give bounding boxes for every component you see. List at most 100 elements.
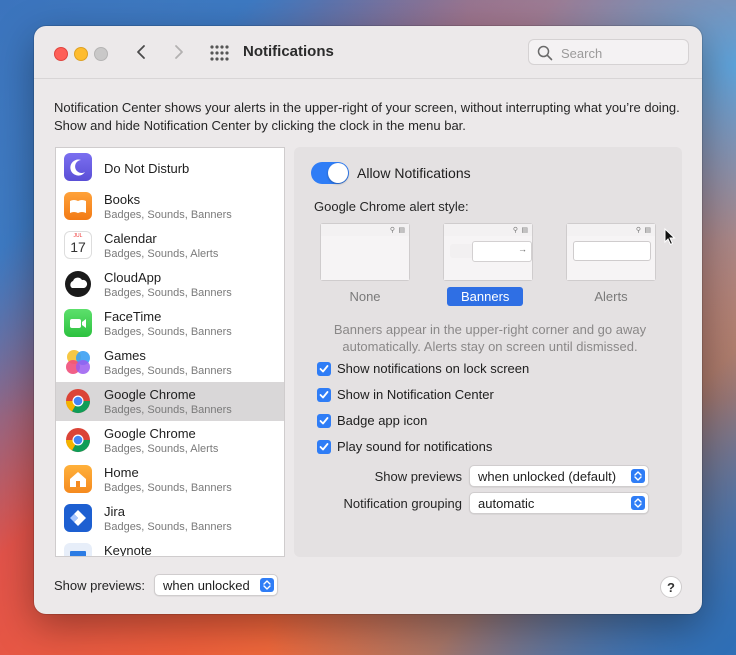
checkmark-icon[interactable]	[317, 388, 331, 402]
chevron-left-icon	[137, 45, 145, 59]
forward-button[interactable]	[168, 41, 190, 63]
app-name: Keynote	[104, 543, 152, 557]
app-name: Do Not Disturb	[104, 161, 190, 176]
facetime-icon	[64, 309, 92, 337]
style-label-alerts[interactable]: Alerts	[566, 289, 656, 304]
list-item[interactable]: Books Badges, Sounds, Banners	[56, 187, 284, 226]
app-detail: Badges, Sounds, Banners	[104, 521, 232, 533]
app-name: FaceTime	[104, 309, 162, 324]
style-option-none[interactable]: ⚲ ▤	[320, 223, 410, 281]
minimize-button[interactable]	[74, 47, 88, 61]
select-value: when unlocked	[163, 578, 250, 593]
settings-panel: Allow Notifications Google Chrome alert …	[294, 147, 682, 557]
cloud-icon	[64, 270, 92, 298]
preferences-window: Notifications Notification Center shows …	[34, 26, 702, 614]
books-icon	[64, 192, 92, 220]
keynote-icon	[64, 543, 92, 556]
titlebar-divider	[34, 78, 702, 79]
search-icon: ⚲	[635, 227, 641, 234]
list-icon: ▤	[521, 227, 528, 234]
list-item[interactable]: FaceTime Badges, Sounds, Banners	[56, 304, 284, 343]
checkbox-label: Show notifications on lock screen	[337, 361, 530, 376]
notification-grouping-label: Notification grouping	[343, 496, 462, 511]
list-item[interactable]: JUL 17 Calendar Badges, Sounds, Alerts	[56, 226, 284, 265]
list-item[interactable]: Do Not Disturb	[56, 148, 284, 187]
show-all-button[interactable]	[208, 42, 230, 64]
style-label-none[interactable]: None	[320, 289, 410, 304]
checkbox-label: Badge app icon	[337, 413, 428, 428]
list-item-selected[interactable]: Google Chrome Badges, Sounds, Banners	[56, 382, 284, 421]
list-item[interactable]: Home Badges, Sounds, Banners	[56, 460, 284, 499]
window-title: Notifications	[243, 43, 334, 60]
app-detail: Badges, Sounds, Banners	[104, 326, 232, 338]
style-label-banners[interactable]: Banners	[447, 287, 524, 306]
footer-show-previews-select[interactable]: when unlocked	[154, 574, 278, 596]
list-icon: ▤	[398, 227, 405, 234]
checkmark-icon[interactable]	[317, 362, 331, 376]
app-detail: Badges, Sounds, Banners	[104, 287, 232, 299]
alert-style-label: Google Chrome alert style:	[314, 199, 469, 214]
app-name: Games	[104, 348, 146, 363]
moon-icon	[64, 153, 92, 181]
calendar-icon: JUL 17	[64, 231, 92, 259]
mouse-cursor-icon	[664, 228, 676, 246]
intro-text: Notification Center shows your alerts in…	[54, 100, 680, 133]
calendar-icon-day: 17	[70, 239, 86, 255]
select-value: when unlocked (default)	[478, 469, 617, 484]
updown-arrows-icon	[260, 578, 274, 592]
app-name: Google Chrome	[104, 426, 196, 441]
list-item[interactable]: Google Chrome Badges, Sounds, Alerts	[56, 421, 284, 460]
show-previews-label: Show previews	[374, 469, 462, 484]
list-icon: ▤	[644, 227, 651, 234]
help-button[interactable]: ?	[660, 576, 682, 598]
app-detail: Badges, Sounds, Banners	[104, 404, 232, 416]
show-previews-select[interactable]: when unlocked (default)	[469, 465, 649, 487]
app-detail: Badges, Sounds, Alerts	[104, 443, 219, 455]
grid-icon	[210, 45, 229, 61]
banner-preview: →	[472, 241, 532, 262]
app-name: Google Chrome	[104, 387, 196, 402]
toggle-knob	[328, 163, 348, 183]
allow-notifications-label: Allow Notifications	[357, 165, 471, 181]
alert-style-description: Banners appear in the upper-right corner…	[333, 322, 647, 354]
search-icon: ⚲	[512, 227, 518, 234]
titlebar: Notifications	[34, 26, 702, 78]
search-input[interactable]	[559, 43, 683, 63]
footer-show-previews-label: Show previews:	[54, 578, 146, 593]
updown-arrows-icon	[631, 496, 645, 510]
search-field[interactable]	[528, 39, 689, 65]
list-item[interactable]: Keynote	[56, 538, 284, 557]
app-name: Home	[104, 465, 139, 480]
list-item[interactable]: CloudApp Badges, Sounds, Banners	[56, 265, 284, 304]
style-option-alerts[interactable]: ⚲ ▤	[566, 223, 656, 281]
list-item[interactable]: Jira Badges, Sounds, Banners	[56, 499, 284, 538]
app-name: CloudApp	[104, 270, 162, 285]
checkmark-icon[interactable]	[317, 414, 331, 428]
app-name: Jira	[104, 504, 125, 519]
checkmark-icon[interactable]	[317, 440, 331, 454]
updown-arrows-icon	[631, 469, 645, 483]
chrome-icon	[64, 387, 92, 415]
app-detail: Badges, Sounds, Banners	[104, 209, 232, 221]
chrome-icon	[64, 426, 92, 454]
app-detail: Badges, Sounds, Banners	[104, 482, 232, 494]
search-icon: ⚲	[389, 227, 395, 234]
alert-preview	[573, 241, 651, 261]
app-detail: Badges, Sounds, Banners	[104, 365, 232, 377]
back-button[interactable]	[130, 41, 152, 63]
close-button[interactable]	[54, 47, 68, 61]
notification-grouping-select[interactable]: automatic	[469, 492, 649, 514]
list-item[interactable]: Games Badges, Sounds, Banners	[56, 343, 284, 382]
arrow-right-icon: →	[518, 244, 527, 254]
select-value: automatic	[478, 496, 535, 511]
app-list[interactable]: Do Not Disturb Books Badges, Sounds, Ban…	[55, 147, 285, 557]
allow-notifications-toggle[interactable]	[311, 162, 349, 184]
app-name: Calendar	[104, 231, 157, 246]
checkbox-label: Show in Notification Center	[337, 387, 494, 402]
app-name: Books	[104, 192, 141, 207]
search-icon	[537, 45, 553, 61]
app-detail: Badges, Sounds, Alerts	[104, 248, 219, 260]
checkbox-label: Play sound for notifications	[337, 439, 493, 454]
zoom-button[interactable]	[94, 47, 108, 61]
style-option-banners[interactable]: ⚲ ▤ →	[443, 223, 533, 281]
